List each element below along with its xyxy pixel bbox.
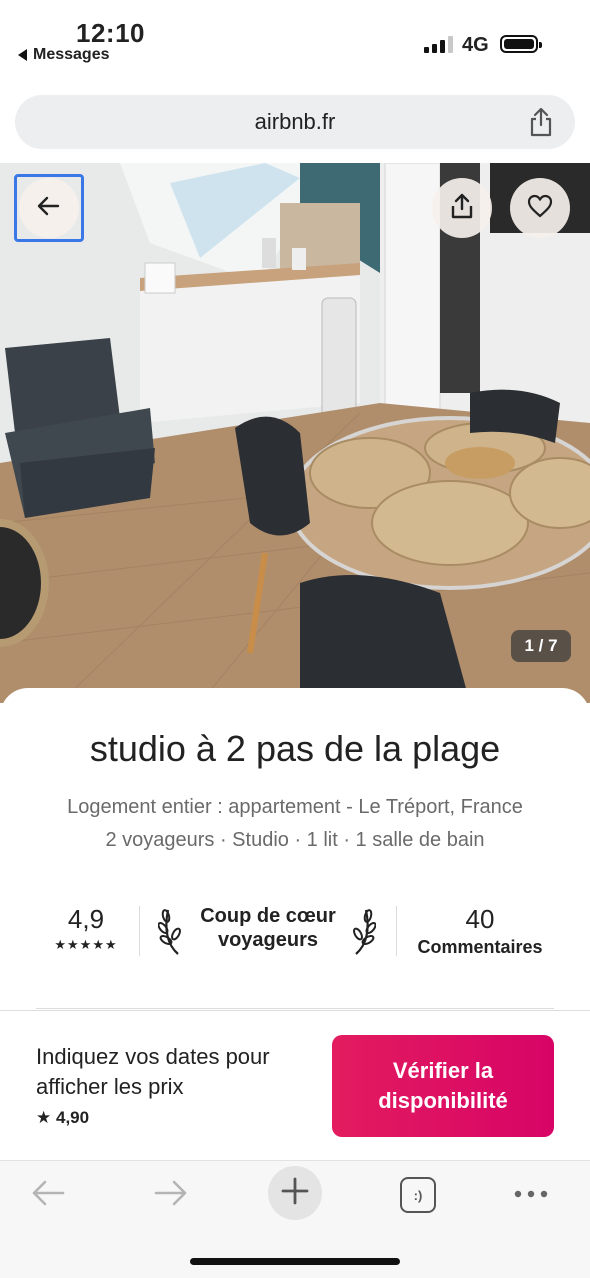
dates-prompt: Indiquez vos dates pour afficher les pri… [36,1044,270,1099]
gallery-share-button[interactable] [432,178,492,238]
button-line-1: Vérifier la [392,1058,494,1083]
arrow-left-icon [30,1178,66,1213]
reservation-rating-value: 4,90 [55,1108,90,1127]
reviews-summary[interactable]: 40 Commentaires [410,904,550,958]
tabs-button[interactable]: :) [392,1172,444,1218]
room-illustration [0,163,590,703]
new-tab-button[interactable] [268,1166,322,1220]
url-domain[interactable]: airbnb.fr [15,109,575,135]
stats-divider [139,906,140,956]
back-button[interactable] [19,178,79,238]
badge-line-2: voyageurs [217,929,319,951]
guest-favorite-badge: Coup de cœur voyageurs [186,904,350,952]
laurel-right-icon [348,904,377,961]
status-bar: 12:10 Messages 4G [0,0,590,80]
signal-icon [424,35,453,53]
battery-icon [500,35,542,53]
listing-subtitle-location: Logement entier : appartement - Le Trépo… [67,796,523,818]
status-time: 12:10 [76,18,145,48]
check-availability-button[interactable]: Vérifier la disponibilité [332,1035,554,1137]
button-line-2: disponibilité [378,1088,508,1113]
back-triangle-icon [18,49,27,61]
home-indicator[interactable] [190,1258,400,1265]
favorite-button[interactable] [510,178,570,238]
share-icon[interactable] [527,107,555,137]
listing-title: studio à 2 pas de la plage [89,728,501,769]
stats-divider [396,906,397,956]
arrow-left-icon [36,193,62,224]
star-icon: ★ [36,1108,52,1127]
heart-icon [527,194,553,223]
listing-stats: 4,9 ★★★★★ Coup de cœur voyageurs 40 Comm… [36,900,554,964]
review-label: Commentaires [417,937,543,957]
back-to-app-link[interactable]: Messages [18,46,110,64]
listing-photo[interactable] [0,163,590,703]
more-icon [513,1186,549,1204]
reservation-rating: ★ 4,90 [36,1108,89,1128]
back-app-label: Messages [33,46,110,63]
rating-value: 4,9 [67,904,105,934]
network-type: 4G [462,34,489,56]
tabs-icon: :) [400,1177,436,1213]
plus-icon [281,1177,309,1210]
share-icon [450,193,474,224]
review-count: 40 [465,904,495,934]
section-divider [36,1008,554,1009]
rating-stars: ★★★★★ [54,937,118,952]
laurel-left-icon [157,904,186,961]
photo-counter: 1 / 7 [511,630,571,662]
arrow-right-icon [153,1178,189,1213]
badge-line-1: Coup de cœur [200,905,336,927]
listing-subtitle-capacity: 2 voyageurs · Studio · 1 lit · 1 salle d… [105,829,485,851]
url-bar[interactable]: airbnb.fr [15,95,575,149]
rating-summary: 4,9 ★★★★★ [48,904,124,953]
browser-forward-button[interactable] [145,1172,197,1218]
browser-back-button[interactable] [22,1172,74,1218]
more-button[interactable] [505,1172,557,1218]
